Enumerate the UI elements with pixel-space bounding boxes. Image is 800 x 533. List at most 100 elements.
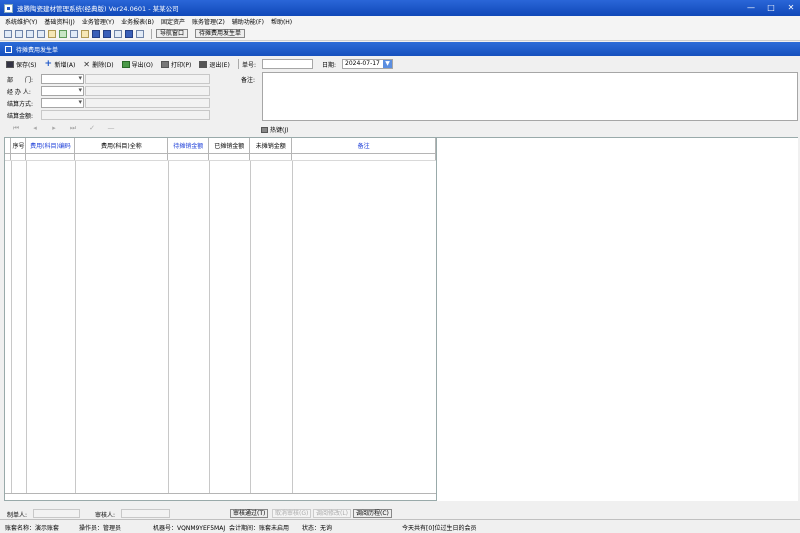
print-button[interactable]: 打印(P) (161, 60, 191, 69)
prev-record-icon[interactable]: ◂ (31, 124, 39, 132)
minimize-button[interactable]: — (746, 3, 756, 12)
history-button[interactable]: 调阅历程(C) (353, 509, 392, 518)
list-icon[interactable] (37, 29, 45, 38)
settle-amount-label: 结算金额: (7, 113, 34, 120)
handler-name-field (85, 86, 210, 96)
info-icon[interactable] (125, 29, 133, 38)
creator-label: 制单人: (7, 512, 28, 519)
exit-icon[interactable] (136, 29, 144, 38)
cell-to-amortize[interactable] (167, 153, 210, 161)
delete-button[interactable]: ✕ 删除(D) (83, 60, 113, 69)
menu-business[interactable]: 业务管理(Y) (82, 17, 114, 26)
reviewer-label: 审核人: (95, 512, 116, 519)
cell-account-name[interactable] (74, 153, 169, 161)
menu-auxiliary[interactable]: 辅助功能(F) (232, 17, 264, 26)
approve-button[interactable]: 审核通过(T) (230, 509, 269, 518)
note-icon[interactable] (81, 29, 89, 38)
cell-remark[interactable] (291, 153, 436, 161)
grid-line (168, 161, 169, 494)
menu-accounting[interactable]: 账务管理(Z) (192, 17, 225, 26)
grid-line (11, 161, 12, 494)
detail-grid: 序号 费用(科目)编码 费用(科目)全称 待摊销金额 已摊销金额 未摊销金额 备… (4, 137, 437, 501)
cell-seq[interactable] (10, 153, 27, 161)
unapprove-button[interactable]: 取消审核(G) (272, 509, 312, 518)
remark-label: 备注: (241, 77, 256, 84)
first-record-icon[interactable]: ⏮ (12, 124, 20, 132)
confirm-icon[interactable]: ✓ (88, 124, 96, 132)
menu-fixed-assets[interactable]: 固定资产 (161, 17, 185, 26)
doc-no-label: 单号: (242, 62, 257, 69)
grid-line (26, 161, 27, 494)
save-icon (6, 60, 14, 68)
cell-account-code[interactable] (25, 153, 76, 161)
print-icon[interactable] (114, 29, 122, 38)
grid-summary-row (5, 493, 436, 500)
menu-reports[interactable]: 业务报表(B) (121, 17, 154, 26)
grid-line (292, 161, 293, 494)
col-header-account-code[interactable]: 费用(科目)编码 (25, 138, 76, 154)
last-record-icon[interactable]: ⏭ (69, 124, 77, 132)
refresh-icon[interactable] (59, 29, 67, 38)
col-header-unamortized[interactable]: 未摊销金额 (249, 138, 293, 154)
add-button[interactable]: + 新增(A) (44, 58, 76, 69)
grid-line (75, 161, 76, 494)
col-header-amortized[interactable]: 已摊销金额 (208, 138, 251, 154)
main-toolbar: 导航窗口 待摊费用发生单 (0, 27, 800, 41)
close-button[interactable]: ✕ (786, 3, 796, 12)
document-header: 待摊费用发生单 (0, 42, 800, 56)
status-state: 状态：无询 (302, 525, 333, 532)
export-button[interactable]: 导出(O) (121, 60, 153, 69)
document-icon[interactable] (15, 29, 23, 38)
remark-textarea[interactable] (262, 72, 798, 121)
menu-basic-data[interactable]: 基础资料(J) (44, 17, 74, 26)
maximize-button[interactable]: □ (766, 3, 776, 12)
col-header-account-name[interactable]: 费用(科目)全称 (74, 138, 169, 154)
hotkey-button[interactable]: 热键(J) (261, 125, 288, 134)
folder-icon[interactable] (48, 29, 56, 38)
grid-table: 序号 费用(科目)编码 费用(科目)全称 待摊销金额 已摊销金额 未摊销金额 备… (5, 138, 436, 161)
tab-navigation-window[interactable]: 导航窗口 (156, 29, 189, 38)
plus-icon: + (44, 58, 53, 69)
grid-line (209, 161, 210, 494)
action-separator (237, 59, 239, 69)
col-header-to-amortize[interactable]: 待摊销金额 (167, 138, 210, 154)
col-header-seq[interactable]: 序号 (10, 138, 27, 154)
department-name-field (85, 74, 210, 84)
status-period: 会计期间：账套未启用 (229, 525, 290, 532)
tab-prepaid-expense[interactable]: 待摊费用发生单 (195, 29, 246, 38)
cancel-icon[interactable]: — (107, 124, 115, 132)
date-picker[interactable]: 2024-07-17 ▼ (342, 59, 393, 69)
col-header-remark[interactable]: 备注 (291, 138, 436, 154)
doc-no-input[interactable] (262, 59, 313, 69)
disk-icon[interactable] (103, 29, 111, 38)
date-label: 日期: (322, 62, 337, 69)
status-operator: 操作员：管理员 (79, 525, 122, 532)
handler-label: 经 办 人: (7, 89, 31, 96)
exit-button[interactable]: 退出(E) (199, 60, 230, 69)
department-dropdown[interactable] (41, 74, 84, 84)
settle-method-name-field (85, 98, 210, 108)
modify-button[interactable]: 调阅修改(L) (313, 509, 352, 518)
window-icon[interactable] (4, 29, 12, 38)
reviewer-field (121, 509, 170, 518)
copy-icon[interactable] (26, 29, 34, 38)
monitor-icon[interactable] (92, 29, 100, 38)
save-button[interactable]: 保存(S) (6, 60, 37, 69)
handler-dropdown[interactable] (41, 86, 84, 96)
menu-system[interactable]: 系统维护(Y) (5, 17, 37, 26)
printer-icon (161, 60, 170, 68)
next-record-icon[interactable]: ▸ (50, 124, 58, 132)
document-icon (5, 45, 12, 53)
status-birthday: 今天共有[0]位过生日的会员 (402, 525, 477, 532)
x-icon: ✕ (83, 59, 90, 69)
cell-unamortized[interactable] (249, 153, 293, 161)
calculator-icon[interactable] (70, 29, 78, 38)
settle-method-dropdown[interactable] (41, 98, 84, 108)
cell-amortized[interactable] (208, 153, 251, 161)
settle-amount-field (41, 110, 210, 120)
grid-column-lines (5, 161, 438, 494)
calendar-dropdown-icon[interactable]: ▼ (383, 60, 392, 68)
menu-help[interactable]: 帮助(H) (271, 17, 292, 26)
document-title: 待摊费用发生单 (16, 46, 59, 54)
table-row[interactable] (5, 153, 436, 161)
